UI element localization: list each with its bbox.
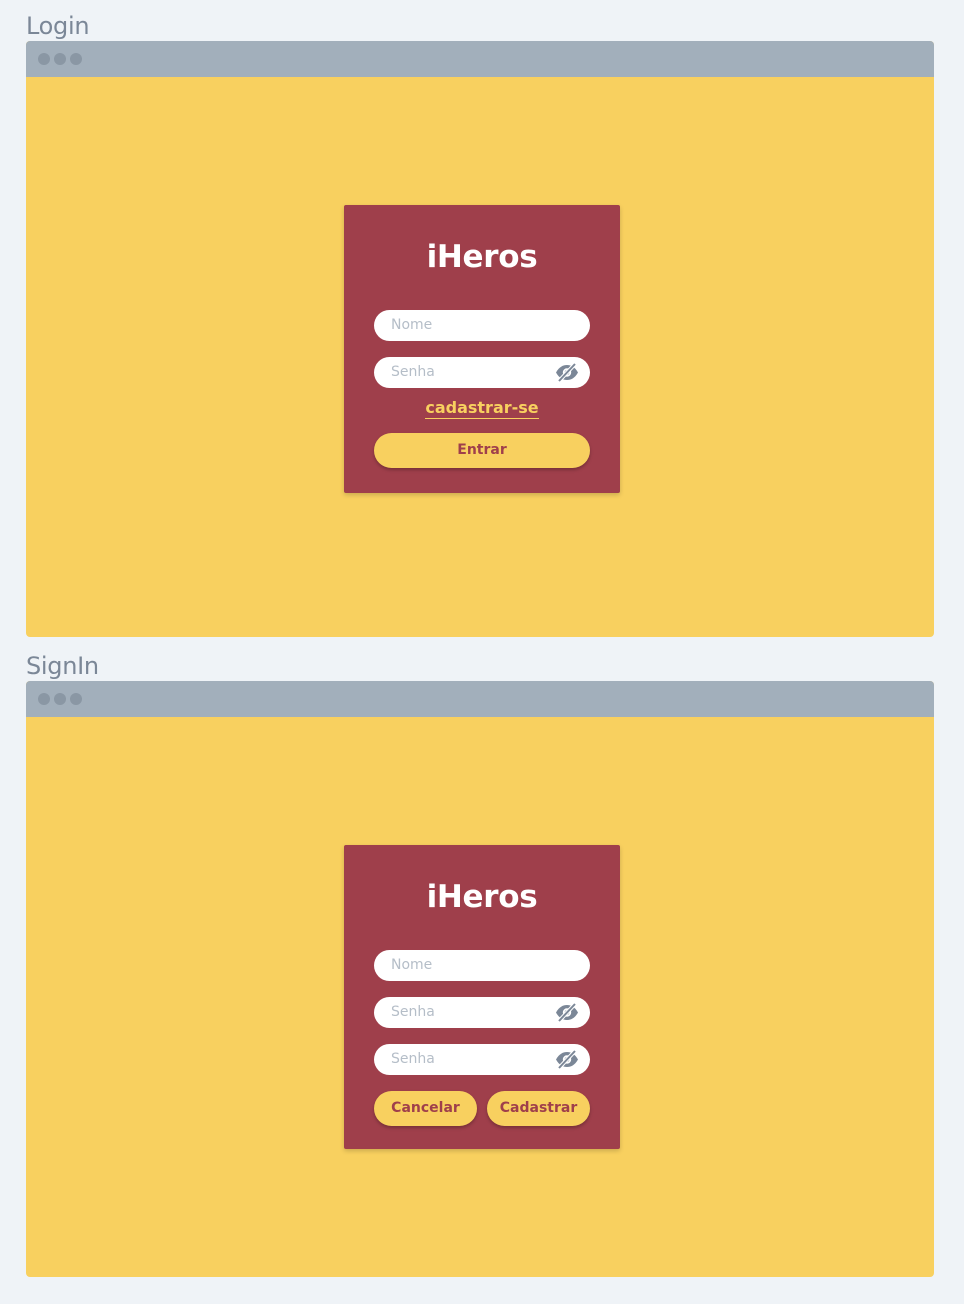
window-dot-icon (70, 53, 82, 65)
eye-slash-icon[interactable] (554, 1002, 580, 1023)
name-input[interactable]: Nome (374, 950, 590, 981)
name-placeholder: Nome (391, 317, 433, 333)
screen-label-login: Login (26, 12, 90, 40)
name-input[interactable]: Nome (374, 310, 590, 341)
window-dot-icon (38, 53, 50, 65)
brand-title: iHeros (426, 239, 538, 275)
window-dot-icon (54, 693, 66, 705)
password-input[interactable]: Senha (374, 357, 590, 388)
window-titlebar (26, 41, 934, 77)
cancel-button[interactable]: Cancelar (374, 1091, 477, 1126)
signin-card: iHeros Nome Senha Senha Cancelar Cadastr… (344, 845, 620, 1149)
password-placeholder: Senha (391, 1004, 435, 1020)
window-dot-icon (54, 53, 66, 65)
register-link[interactable]: cadastrar-se (344, 398, 620, 419)
window-titlebar (26, 681, 934, 717)
login-card: iHeros Nome Senha cadastrar-se Entrar (344, 205, 620, 493)
browser-window-signin: iHeros Nome Senha Senha Cancelar Cadastr… (26, 681, 934, 1277)
screen-label-signin: SignIn (26, 652, 99, 680)
confirm-password-input[interactable]: Senha (374, 1044, 590, 1075)
eye-slash-icon[interactable] (554, 362, 580, 383)
brand-title: iHeros (426, 879, 538, 915)
confirm-password-placeholder: Senha (391, 1051, 435, 1067)
name-placeholder: Nome (391, 957, 433, 973)
browser-window-login: iHeros Nome Senha cadastrar-se Entrar (26, 41, 934, 637)
window-dot-icon (70, 693, 82, 705)
password-placeholder: Senha (391, 364, 435, 380)
login-button[interactable]: Entrar (374, 433, 590, 468)
register-button[interactable]: Cadastrar (487, 1091, 590, 1126)
password-input[interactable]: Senha (374, 997, 590, 1028)
register-link-label[interactable]: cadastrar-se (425, 398, 539, 419)
eye-slash-icon[interactable] (554, 1049, 580, 1070)
window-dot-icon (38, 693, 50, 705)
